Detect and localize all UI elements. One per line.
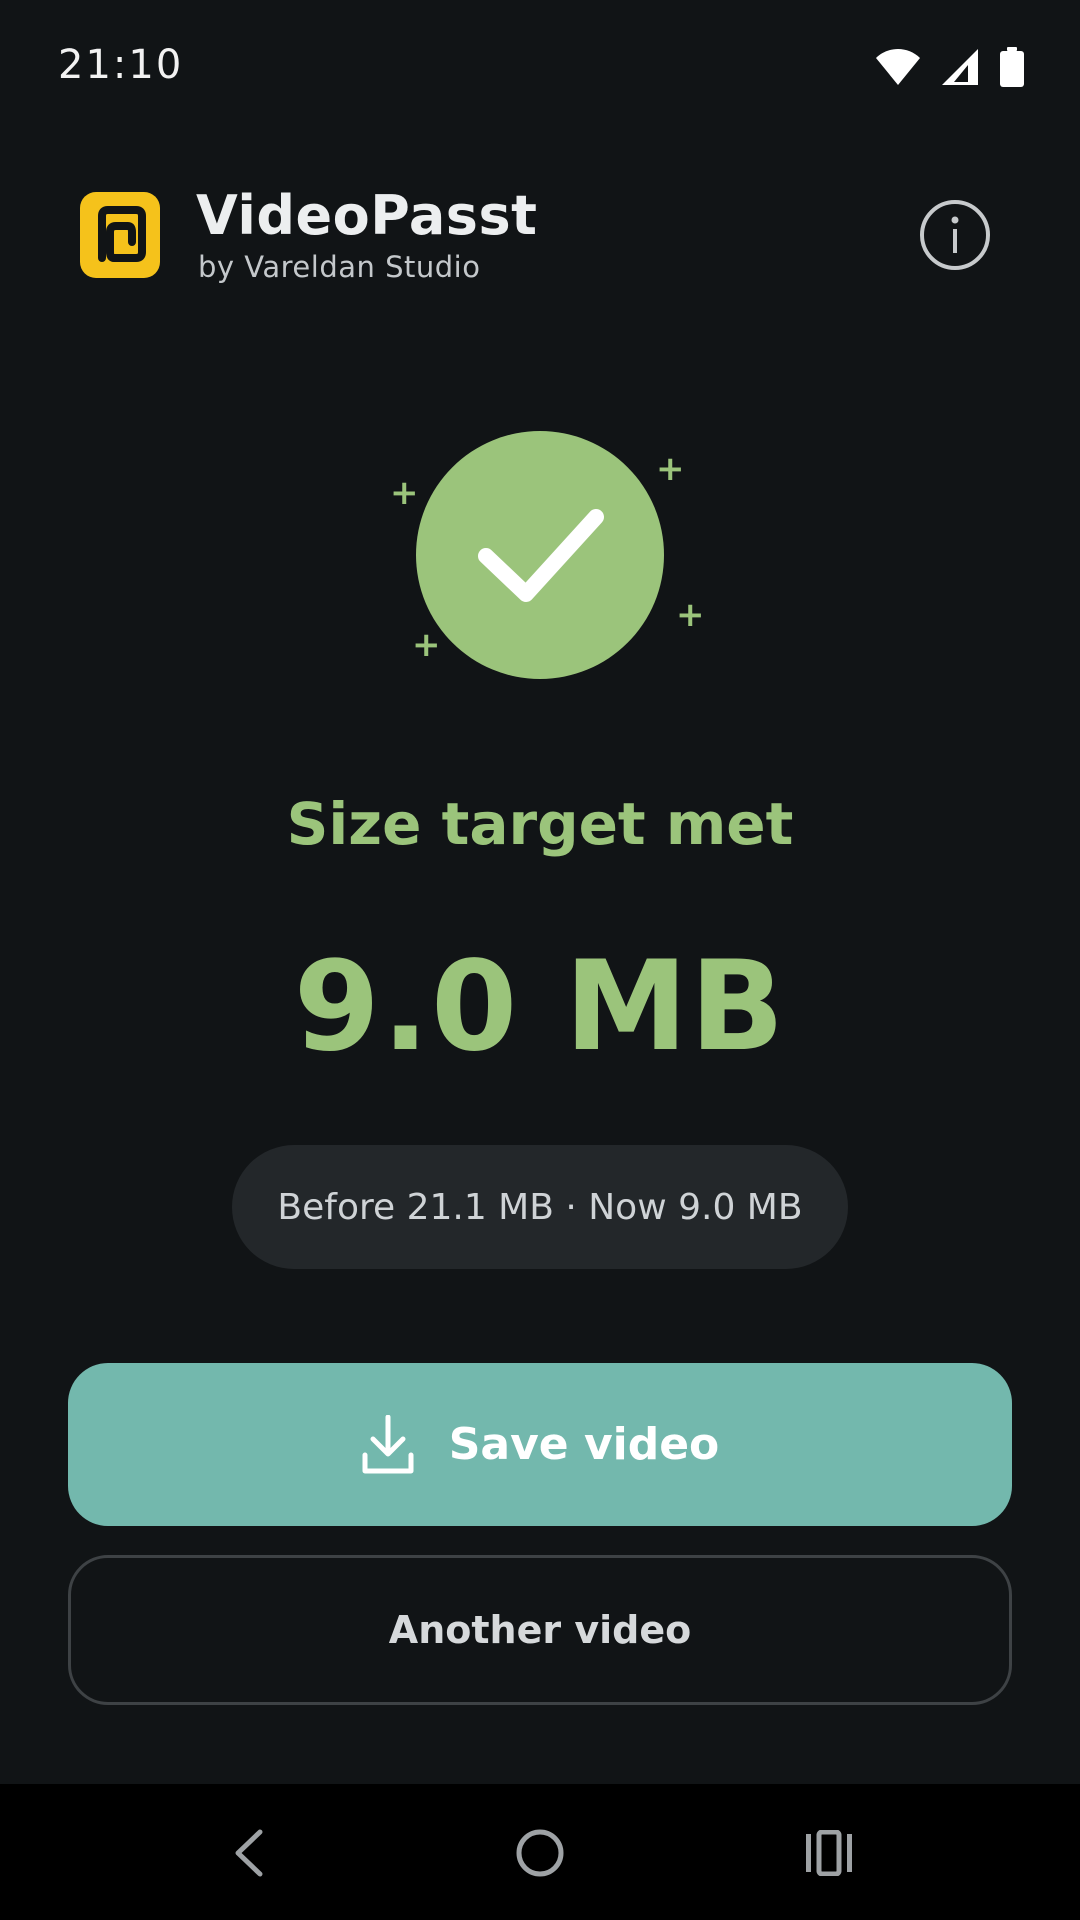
size-comparison-text: Before 21.1 MB · Now 9.0 MB — [277, 1186, 803, 1228]
success-graphic: + + + + — [380, 420, 710, 700]
app-logo-icon — [80, 192, 160, 278]
battery-icon — [1000, 47, 1024, 87]
info-icon — [951, 216, 959, 253]
download-icon — [362, 1414, 414, 1473]
app-title: VideoPasst — [196, 184, 538, 247]
size-comparison-badge: Before 21.1 MB · Now 9.0 MB — [232, 1145, 848, 1269]
status-bar: 21:10 — [0, 0, 1080, 134]
info-button[interactable] — [920, 200, 990, 270]
status-icons — [876, 46, 1024, 88]
home-icon — [516, 1829, 564, 1877]
back-icon — [235, 1829, 263, 1877]
sparkle-icon: + — [656, 449, 685, 489]
checkmark-icon — [478, 509, 604, 602]
another-video-button[interactable]: Another video — [68, 1555, 1012, 1705]
status-time: 21:10 — [58, 42, 184, 88]
save-video-label: Save video — [448, 1419, 720, 1470]
sparkle-icon: + — [412, 625, 441, 665]
success-circle — [416, 431, 664, 679]
app-header: VideoPasst by Vareldan Studio — [0, 180, 1080, 290]
result-size: 9.0 MB — [293, 935, 787, 1079]
signal-icon — [942, 49, 978, 85]
sparkle-icon: + — [676, 595, 705, 635]
navigation-bar — [0, 1784, 1080, 1920]
back-button[interactable] — [205, 1808, 295, 1898]
screen: 21:10 VideoPasst by Vareldan Studio + + … — [0, 0, 1080, 1920]
sparkle-icon: + — [390, 473, 419, 513]
app-subtitle: by Vareldan Studio — [198, 250, 481, 284]
recents-icon — [806, 1830, 852, 1876]
result-headline: Size target met — [286, 790, 794, 858]
recents-button[interactable] — [784, 1808, 874, 1898]
wifi-icon — [876, 49, 920, 85]
another-video-label: Another video — [388, 1608, 692, 1652]
save-video-button[interactable]: Save video — [68, 1363, 1012, 1526]
home-button[interactable] — [495, 1808, 585, 1898]
